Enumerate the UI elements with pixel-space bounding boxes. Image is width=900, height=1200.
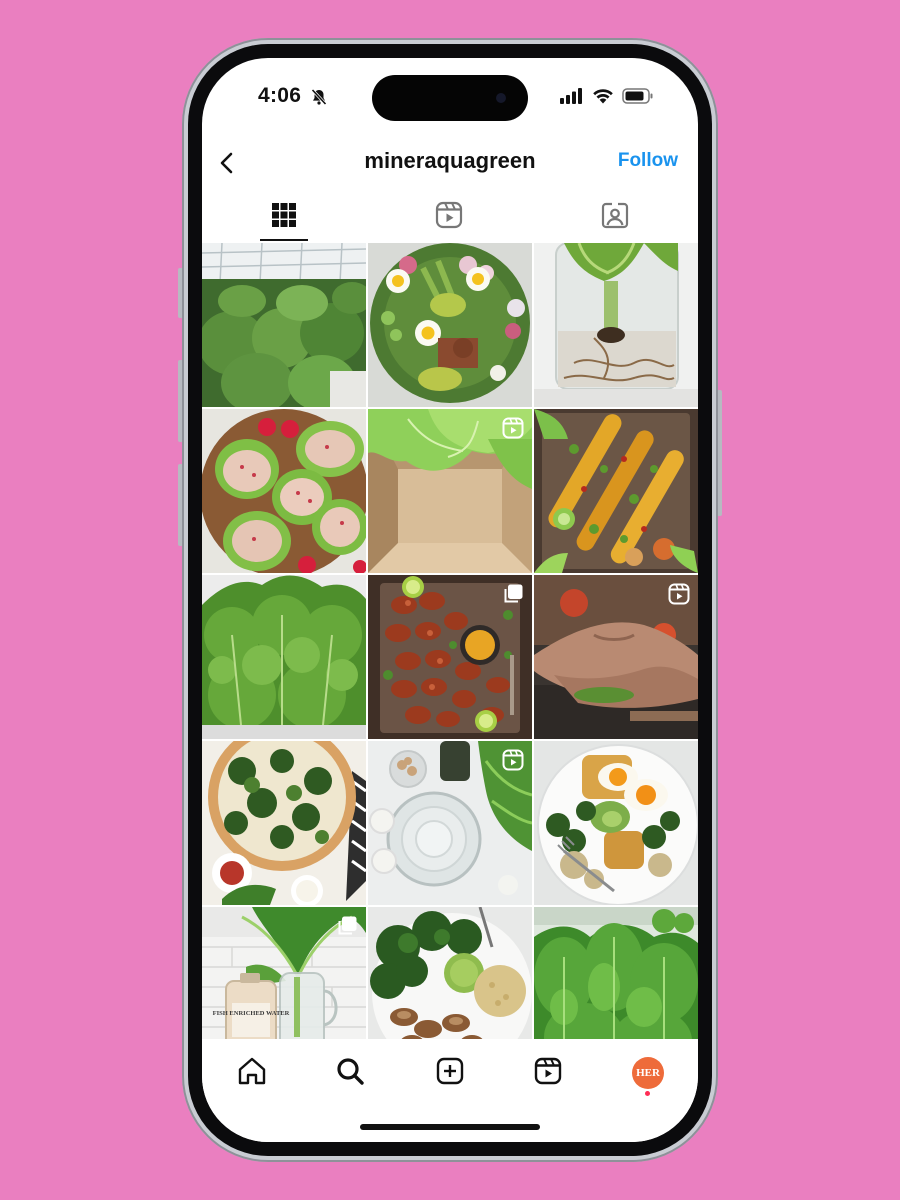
grid-post[interactable] <box>534 409 698 573</box>
grid-post[interactable] <box>534 741 698 905</box>
grid-post[interactable] <box>202 575 366 739</box>
grid-icon <box>271 202 297 233</box>
follow-button[interactable]: Follow <box>618 150 678 172</box>
reels-icon <box>533 1056 563 1091</box>
nav-reels[interactable] <box>528 1053 568 1093</box>
wifi-icon <box>592 88 614 109</box>
battery-icon <box>622 88 654 109</box>
tab-reels[interactable] <box>424 196 474 238</box>
reel-icon <box>668 583 690 610</box>
reel-icon <box>502 749 524 776</box>
front-camera <box>496 93 506 103</box>
tab-posts-grid[interactable] <box>259 196 309 238</box>
selected-tab-indicator <box>260 239 308 241</box>
dynamic-island <box>372 75 528 121</box>
reels-icon <box>435 201 463 234</box>
grid-post[interactable] <box>368 907 532 1039</box>
carousel-icon <box>336 915 358 942</box>
grid-post[interactable] <box>368 409 532 573</box>
nav-search[interactable] <box>330 1053 370 1093</box>
signal-icon <box>560 88 584 109</box>
grid-post[interactable] <box>534 243 698 407</box>
grid-post[interactable] <box>368 575 532 739</box>
grid-post[interactable] <box>368 243 532 407</box>
tab-tagged[interactable] <box>590 196 640 238</box>
profile-avatar: HER <box>632 1057 664 1089</box>
bottom-nav: HER <box>202 1039 698 1142</box>
posts-grid: FISH ENRICHED WATER <box>202 243 698 1039</box>
phone-screen: 4:06 mineraquagreen Follow FISH ENRICHED… <box>202 58 698 1142</box>
nav-home[interactable] <box>232 1053 272 1093</box>
status-indicators <box>560 88 654 109</box>
home-indicator[interactable] <box>360 1124 540 1130</box>
grid-post[interactable] <box>368 741 532 905</box>
grid-post[interactable] <box>534 907 698 1039</box>
home-icon <box>237 1056 267 1091</box>
grid-post[interactable] <box>534 575 698 739</box>
grid-post[interactable] <box>202 741 366 905</box>
carousel-icon <box>502 583 524 610</box>
profile-tabs <box>202 196 698 242</box>
nav-create[interactable] <box>430 1053 470 1093</box>
reel-icon <box>502 417 524 444</box>
profile-header: mineraquagreen Follow <box>202 138 698 186</box>
nav-profile[interactable]: HER <box>628 1053 668 1093</box>
jug-label: FISH ENRICHED WATER <box>213 1010 290 1017</box>
grid-post[interactable] <box>202 243 366 407</box>
search-icon <box>335 1056 365 1091</box>
tagged-person-icon <box>601 201 629 234</box>
grid-post[interactable]: FISH ENRICHED WATER <box>202 907 366 1039</box>
notification-dot <box>645 1091 650 1096</box>
create-icon <box>435 1056 465 1091</box>
grid-post[interactable] <box>202 409 366 573</box>
bell-slash-icon <box>310 88 328 111</box>
status-time: 4:06 <box>258 84 302 107</box>
